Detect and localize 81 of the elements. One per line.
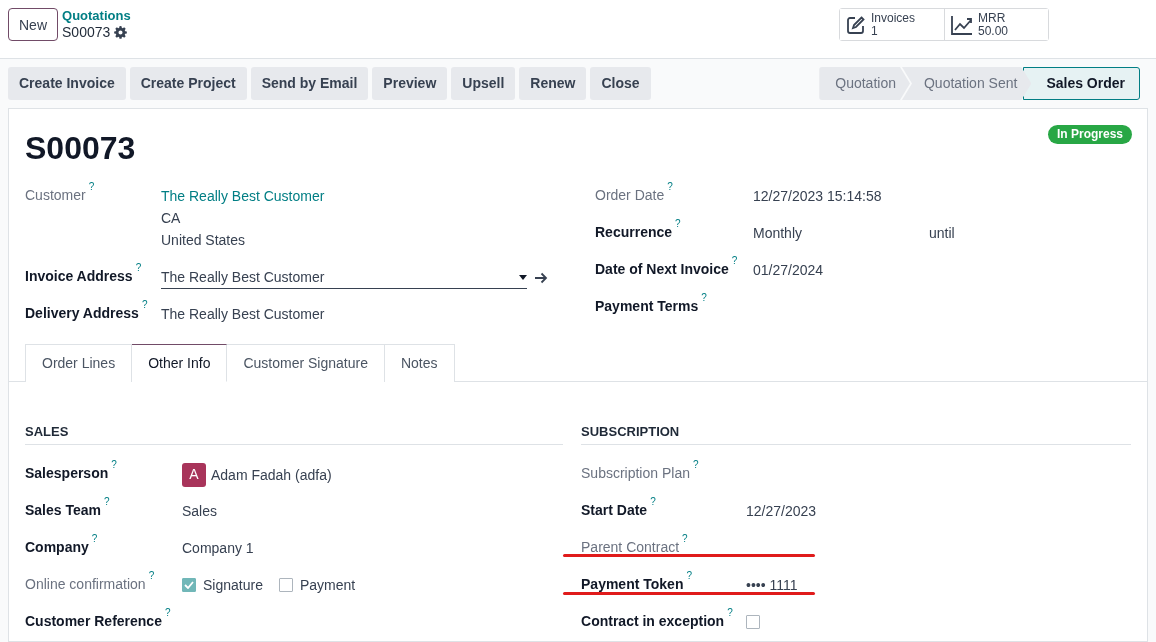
help-mark[interactable]: ? — [701, 292, 707, 303]
customer-link[interactable]: The Really Best Customer — [161, 185, 325, 207]
arrow-right-icon[interactable] — [535, 271, 548, 284]
field-label: Parent Contract — [581, 538, 680, 555]
help-mark[interactable]: ? — [686, 569, 692, 581]
record-name: S00073 — [62, 23, 111, 41]
help-mark[interactable]: ? — [692, 458, 699, 470]
field-label: Contract in exception — [581, 612, 725, 629]
caret-icon — [519, 274, 527, 280]
field-value: Sales — [182, 501, 218, 521]
help-mark[interactable]: ? — [111, 458, 117, 470]
status-step[interactable]: Sales Order — [1023, 67, 1140, 100]
field-label: Recurrence — [595, 224, 673, 240]
line-chart-icon — [951, 14, 973, 35]
field-value: The Really Best Customer — [161, 305, 325, 324]
field-label: Start Date — [581, 501, 648, 518]
field-label: Invoice Address — [25, 268, 133, 284]
salesperson-name[interactable]: Adam Fadah (adfa) — [211, 463, 332, 486]
field-label: Company — [25, 538, 89, 555]
action-button[interactable]: Send by Email — [250, 67, 369, 100]
help-mark[interactable]: ? — [91, 532, 98, 544]
field-value: 01/27/2024 — [753, 261, 824, 280]
field-label: Delivery Address — [25, 305, 139, 321]
new-button[interactable]: New — [8, 8, 58, 41]
help-mark[interactable]: ? — [148, 569, 155, 581]
field-label: Salesperson — [25, 464, 109, 481]
tab[interactable]: Order Lines — [25, 344, 133, 382]
field-label: Date of Next Invoice — [595, 261, 729, 277]
section-heading: SALES — [25, 422, 563, 445]
action-button[interactable]: Upsell — [451, 67, 516, 100]
help-mark[interactable]: ? — [731, 255, 738, 266]
select-field[interactable]: The Really Best Customer — [161, 266, 527, 289]
avatar-icon: A — [182, 462, 206, 487]
action-button[interactable]: Create Project — [129, 67, 247, 100]
address-line: CA — [161, 209, 182, 228]
field-label: Customer Reference — [25, 612, 162, 629]
status-label: In Progress — [1047, 125, 1132, 144]
help-mark[interactable]: ? — [104, 495, 110, 507]
field-value: Company 1 — [182, 538, 254, 558]
help-mark[interactable]: ? — [682, 532, 688, 544]
tab[interactable]: Other Info — [132, 344, 228, 382]
help-mark[interactable]: ? — [667, 181, 673, 192]
record-title: S00073 — [25, 129, 136, 168]
action-button[interactable]: Renew — [519, 67, 587, 100]
field-label: Customer — [25, 187, 86, 203]
field-label: Subscription Plan — [581, 464, 690, 481]
checkbox-label: Payment — [299, 575, 356, 595]
gear-icon[interactable] — [114, 25, 128, 39]
field-value: Monthly — [753, 224, 804, 243]
help-mark[interactable]: ? — [88, 181, 95, 192]
breadcrumb-link[interactable]: Quotations — [62, 8, 131, 23]
help-mark[interactable]: ? — [675, 218, 681, 229]
checkbox[interactable] — [278, 577, 293, 592]
field-label: Payment Token — [581, 575, 684, 592]
help-mark[interactable]: ? — [135, 262, 142, 273]
action-button[interactable]: Create Invoice — [8, 67, 126, 100]
checkbox[interactable] — [182, 577, 196, 592]
address-line: United States — [161, 231, 247, 250]
field-label: Order Date — [595, 187, 665, 203]
field-value: until — [929, 224, 955, 243]
checkbox-label: Signature — [203, 575, 263, 595]
field-label: Payment Terms — [595, 298, 699, 314]
help-mark[interactable]: ? — [164, 606, 171, 618]
field-label: Online confirmation — [25, 575, 146, 592]
field-value: 12/27/2023 15:14:58 — [753, 187, 882, 206]
status-step[interactable]: Quotation Sent — [902, 67, 1032, 100]
edit-icon — [846, 14, 866, 35]
help-mark[interactable]: ? — [650, 495, 656, 507]
field-value: •••• 1111 — [746, 575, 798, 595]
checkbox[interactable] — [746, 614, 760, 629]
tab[interactable]: Notes — [384, 344, 455, 382]
field-label: Sales Team — [25, 501, 101, 518]
tab[interactable]: Customer Signature — [227, 344, 385, 382]
field-value: 12/27/2023 — [746, 501, 817, 521]
help-mark[interactable]: ? — [141, 299, 148, 310]
stat-button[interactable]: MRR 50.00 — [944, 9, 1048, 40]
action-button[interactable]: Close — [590, 67, 651, 100]
action-button[interactable]: Preview — [372, 67, 448, 100]
status-step[interactable]: Quotation — [819, 67, 910, 100]
help-mark[interactable]: ? — [727, 606, 733, 618]
section-heading: SUBSCRIPTION — [581, 422, 1131, 445]
